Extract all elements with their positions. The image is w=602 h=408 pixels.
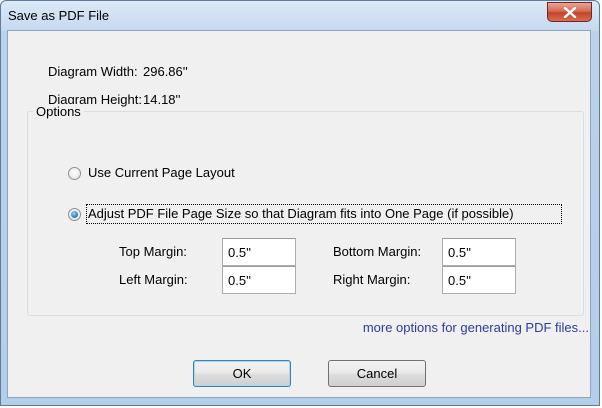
ok-button[interactable]: OK xyxy=(193,360,291,387)
adjust-page-size-radio[interactable] xyxy=(68,208,81,221)
diagram-width-value: 296.86'' xyxy=(143,64,188,79)
top-margin-label: Top Margin: xyxy=(119,244,187,259)
close-button[interactable] xyxy=(547,2,592,22)
window-title: Save as PDF File xyxy=(8,8,110,23)
title-bar[interactable]: Save as PDF File xyxy=(1,1,599,31)
right-margin-input[interactable]: 0.5'' xyxy=(442,266,516,294)
left-margin-input[interactable]: 0.5'' xyxy=(222,266,296,294)
diagram-width-label: Diagram Width: xyxy=(48,64,138,79)
left-margin-label: Left Margin: xyxy=(119,272,188,287)
close-icon xyxy=(563,7,577,18)
more-options-link[interactable]: more options for generating PDF files... xyxy=(363,320,589,335)
options-group-title: Options xyxy=(33,104,84,119)
top-margin-input[interactable]: 0.5'' xyxy=(222,238,296,266)
use-current-layout-label[interactable]: Use Current Page Layout xyxy=(88,165,235,180)
adjust-page-size-label[interactable]: Adjust PDF File Page Size so that Diagra… xyxy=(88,206,514,221)
bottom-margin-label: Bottom Margin: xyxy=(333,244,422,259)
cancel-button[interactable]: Cancel xyxy=(328,360,426,387)
use-current-layout-radio[interactable] xyxy=(68,167,81,180)
diagram-height-value: 14.18'' xyxy=(143,92,181,107)
right-margin-label: Right Margin: xyxy=(333,272,411,287)
bottom-margin-input[interactable]: 0.5'' xyxy=(442,238,516,266)
